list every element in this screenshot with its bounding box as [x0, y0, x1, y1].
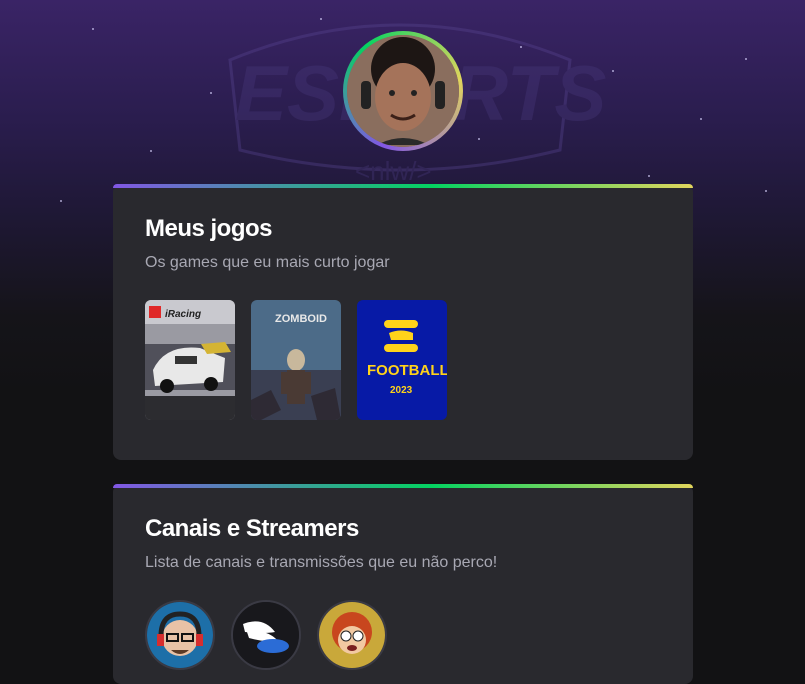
profile-photo [347, 35, 459, 147]
games-title: Meus jogos [145, 215, 273, 242]
streamers-subtitle: Lista de canais e transmissões que eu nã… [145, 554, 498, 571]
game-cover-efootball[interactable]: FOOTBALL 2023 [357, 300, 447, 420]
games-subtitle: Os games que eu mais curto jogar [145, 254, 390, 271]
games-card: Meus jogos Os games que eu mais curto jo… [113, 184, 693, 460]
streamer-avatar-2[interactable] [231, 600, 301, 670]
profile-avatar [343, 31, 463, 151]
games-list: iRacing ZOMBOID FOOTBALL 2023 [145, 300, 661, 420]
efootball-year-text: 2023 [390, 385, 413, 396]
streamer-avatar-3[interactable] [317, 600, 387, 670]
zomboid-logo-text: ZOMBOID [275, 313, 327, 325]
game-cover-zomboid[interactable]: ZOMBOID [251, 300, 341, 420]
streamers-title: Canais e Streamers [145, 515, 359, 542]
iracing-logo-text: iRacing [165, 309, 201, 320]
game-cover-iracing[interactable]: iRacing [145, 300, 235, 420]
streamers-list [145, 600, 661, 670]
streamer-avatar-1[interactable] [145, 600, 215, 670]
streamers-card: Canais e Streamers Lista de canais e tra… [113, 484, 693, 684]
efootball-logo-text: FOOTBALL [367, 362, 447, 379]
svg-text:<nlw/>: <nlw/> [355, 156, 432, 186]
